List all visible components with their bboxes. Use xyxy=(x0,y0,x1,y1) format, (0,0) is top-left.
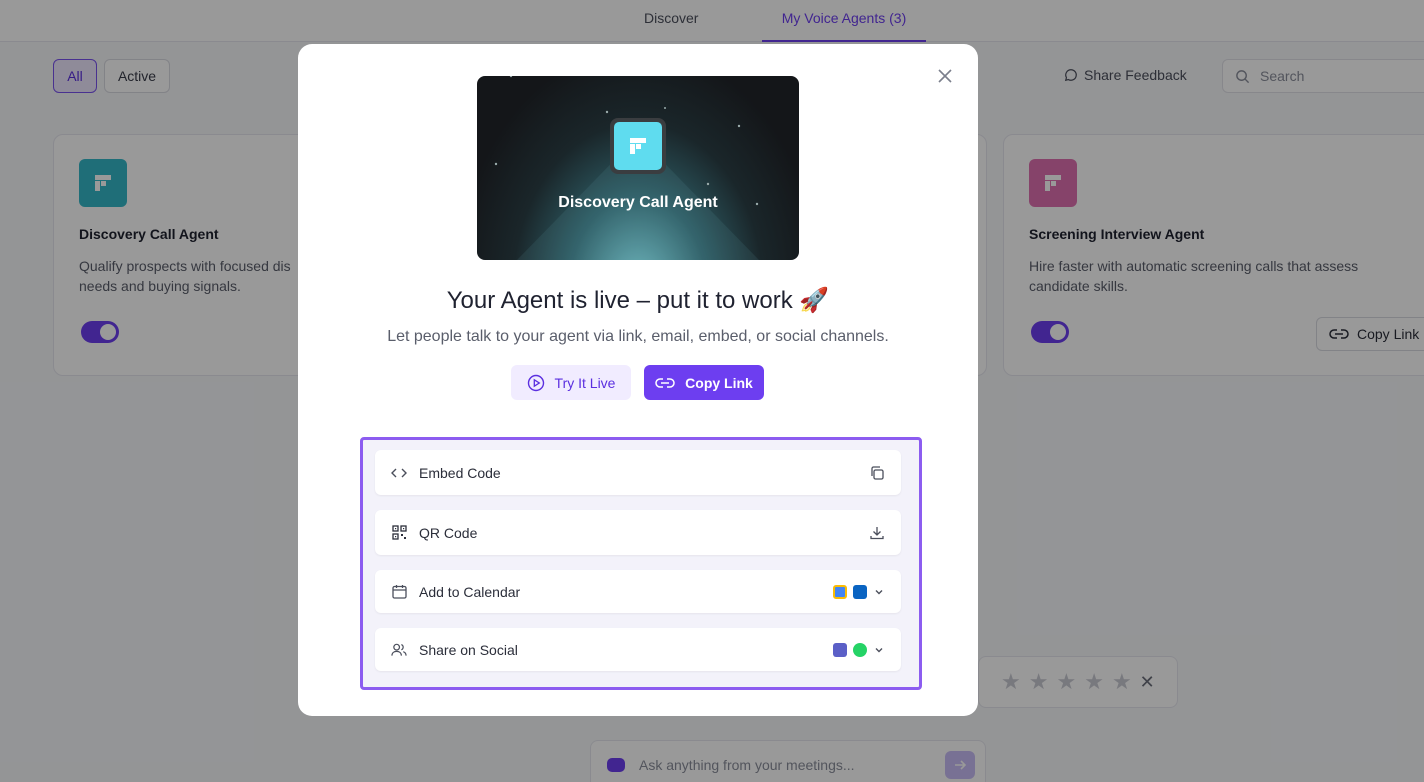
copy-link-button[interactable]: Copy Link xyxy=(644,365,764,400)
copy-icon[interactable] xyxy=(869,465,885,481)
modal-subtitle: Let people talk to your agent via link, … xyxy=(387,328,889,345)
download-icon[interactable] xyxy=(869,525,885,541)
try-it-live-button[interactable]: Try It Live xyxy=(511,365,631,400)
add-to-calendar-row[interactable]: Add to Calendar xyxy=(375,570,901,613)
teams-icon[interactable] xyxy=(833,642,847,657)
calendar-icon xyxy=(391,584,407,600)
agent-app-logo xyxy=(610,118,666,174)
chevron-down-icon[interactable] xyxy=(873,644,885,656)
qr-code-label: QR Code xyxy=(419,524,478,541)
embed-code-row[interactable]: Embed Code xyxy=(375,450,901,495)
share-options-panel: Embed Code QR Code Add to Calendar Share… xyxy=(360,437,922,690)
share-on-social-row[interactable]: Share on Social xyxy=(375,628,901,671)
users-icon xyxy=(391,642,407,658)
add-to-calendar-label: Add to Calendar xyxy=(419,583,521,600)
chevron-down-icon[interactable] xyxy=(873,586,885,598)
brand-logo-icon xyxy=(630,138,646,154)
share-on-social-label: Share on Social xyxy=(419,641,518,658)
agent-live-modal: Discovery Call Agent Your Agent is live … xyxy=(298,44,978,716)
agent-hero-banner: Discovery Call Agent xyxy=(477,76,799,260)
outlook-icon[interactable] xyxy=(853,584,867,599)
whatsapp-icon[interactable] xyxy=(853,642,867,657)
code-icon xyxy=(391,465,407,481)
close-icon[interactable] xyxy=(936,67,954,85)
modal-headline: Your Agent is live – put it to work 🚀 xyxy=(446,287,830,314)
qr-code-row[interactable]: QR Code xyxy=(375,510,901,555)
google-calendar-icon[interactable] xyxy=(833,584,847,599)
link-icon xyxy=(655,377,675,388)
play-circle-icon xyxy=(527,374,544,391)
embed-code-label: Embed Code xyxy=(419,464,501,481)
hero-title: Discovery Call Agent xyxy=(558,194,718,211)
qr-icon xyxy=(391,525,407,541)
